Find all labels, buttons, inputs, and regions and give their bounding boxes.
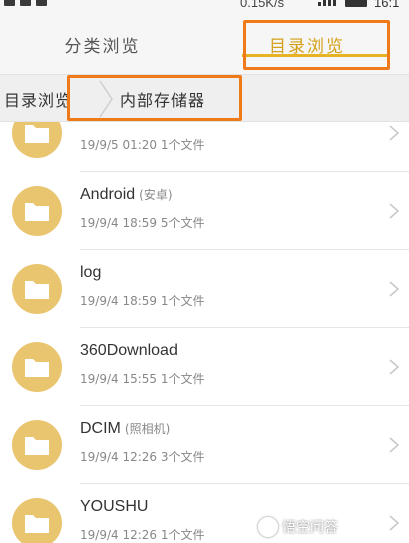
file-list: 19/9/5 01:20 1个文件 Android (安卓) 19/9/4 18:… [0, 122, 409, 543]
chevron-right-icon [389, 437, 400, 453]
folder-list-item[interactable]: Android (安卓) 19/9/4 18:59 5个文件 [0, 172, 409, 250]
chevron-right-icon [389, 281, 400, 297]
folder-icon [12, 420, 62, 470]
folder-name: 360Download [80, 342, 178, 359]
notification-icon [36, 0, 47, 6]
folder-list-item[interactable]: DCIM (照相机) 19/9/4 12:26 3个文件 [0, 406, 409, 484]
folder-meta: 19/9/4 15:55 1个文件 [80, 372, 205, 386]
folder-name: Android (安卓) [80, 186, 173, 203]
folder-list-item[interactable]: log 19/9/4 18:59 1个文件 [0, 250, 409, 328]
folder-name: YOUSHU [80, 498, 149, 515]
watermark-text: 悟空问答 [282, 520, 338, 536]
breadcrumb-separator-icon [99, 80, 113, 118]
folder-meta: 19/9/4 18:59 5个文件 [80, 216, 205, 230]
chevron-right-icon [389, 203, 400, 219]
folder-meta: 19/9/5 01:20 1个文件 [80, 138, 205, 152]
folder-list-item[interactable]: 19/9/5 01:20 1个文件 [0, 122, 409, 172]
breadcrumb-root[interactable]: 目录浏览 [4, 75, 72, 123]
battery-icon [345, 0, 367, 7]
folder-meta: 19/9/4 18:59 1个文件 [80, 294, 205, 308]
folder-list-item[interactable]: 360Download 19/9/4 15:55 1个文件 [0, 328, 409, 406]
chevron-right-icon [389, 125, 400, 141]
notification-icon [4, 0, 15, 6]
tab-bar: 分类浏览 目录浏览 [0, 14, 409, 74]
watermark: 悟空问答 [258, 514, 338, 540]
active-tab-indicator [242, 54, 390, 57]
chevron-right-icon [389, 515, 400, 531]
breadcrumb: 目录浏览 内部存储器 [0, 74, 409, 122]
folder-meta: 19/9/4 12:26 1个文件 [80, 528, 205, 542]
folder-icon [12, 342, 62, 392]
notification-icons [4, 0, 47, 6]
folder-name: log [80, 264, 102, 281]
folder-name: DCIM (照相机) [80, 420, 171, 437]
tab-directory-browse[interactable]: 目录浏览 [205, 14, 409, 74]
watermark-logo-icon [258, 517, 278, 537]
folder-name [80, 122, 84, 126]
folder-list-item[interactable]: YOUSHU 19/9/4 12:26 1个文件 [0, 484, 409, 543]
folder-icon [12, 498, 62, 543]
notification-icon [20, 0, 31, 6]
folder-icon [12, 186, 62, 236]
breadcrumb-current[interactable]: 内部存储器 [120, 75, 205, 123]
folder-meta: 19/9/4 12:26 3个文件 [80, 450, 205, 464]
tab-category-browse[interactable]: 分类浏览 [0, 14, 205, 74]
signal-icon [318, 0, 336, 6]
chevron-right-icon [389, 359, 400, 375]
network-speed: 0.15K/s [240, 0, 285, 10]
folder-icon [12, 122, 62, 158]
folder-icon [12, 264, 62, 314]
clock: 16:1 [374, 0, 400, 10]
status-bar: 0.15K/s 16:1 [0, 0, 409, 14]
